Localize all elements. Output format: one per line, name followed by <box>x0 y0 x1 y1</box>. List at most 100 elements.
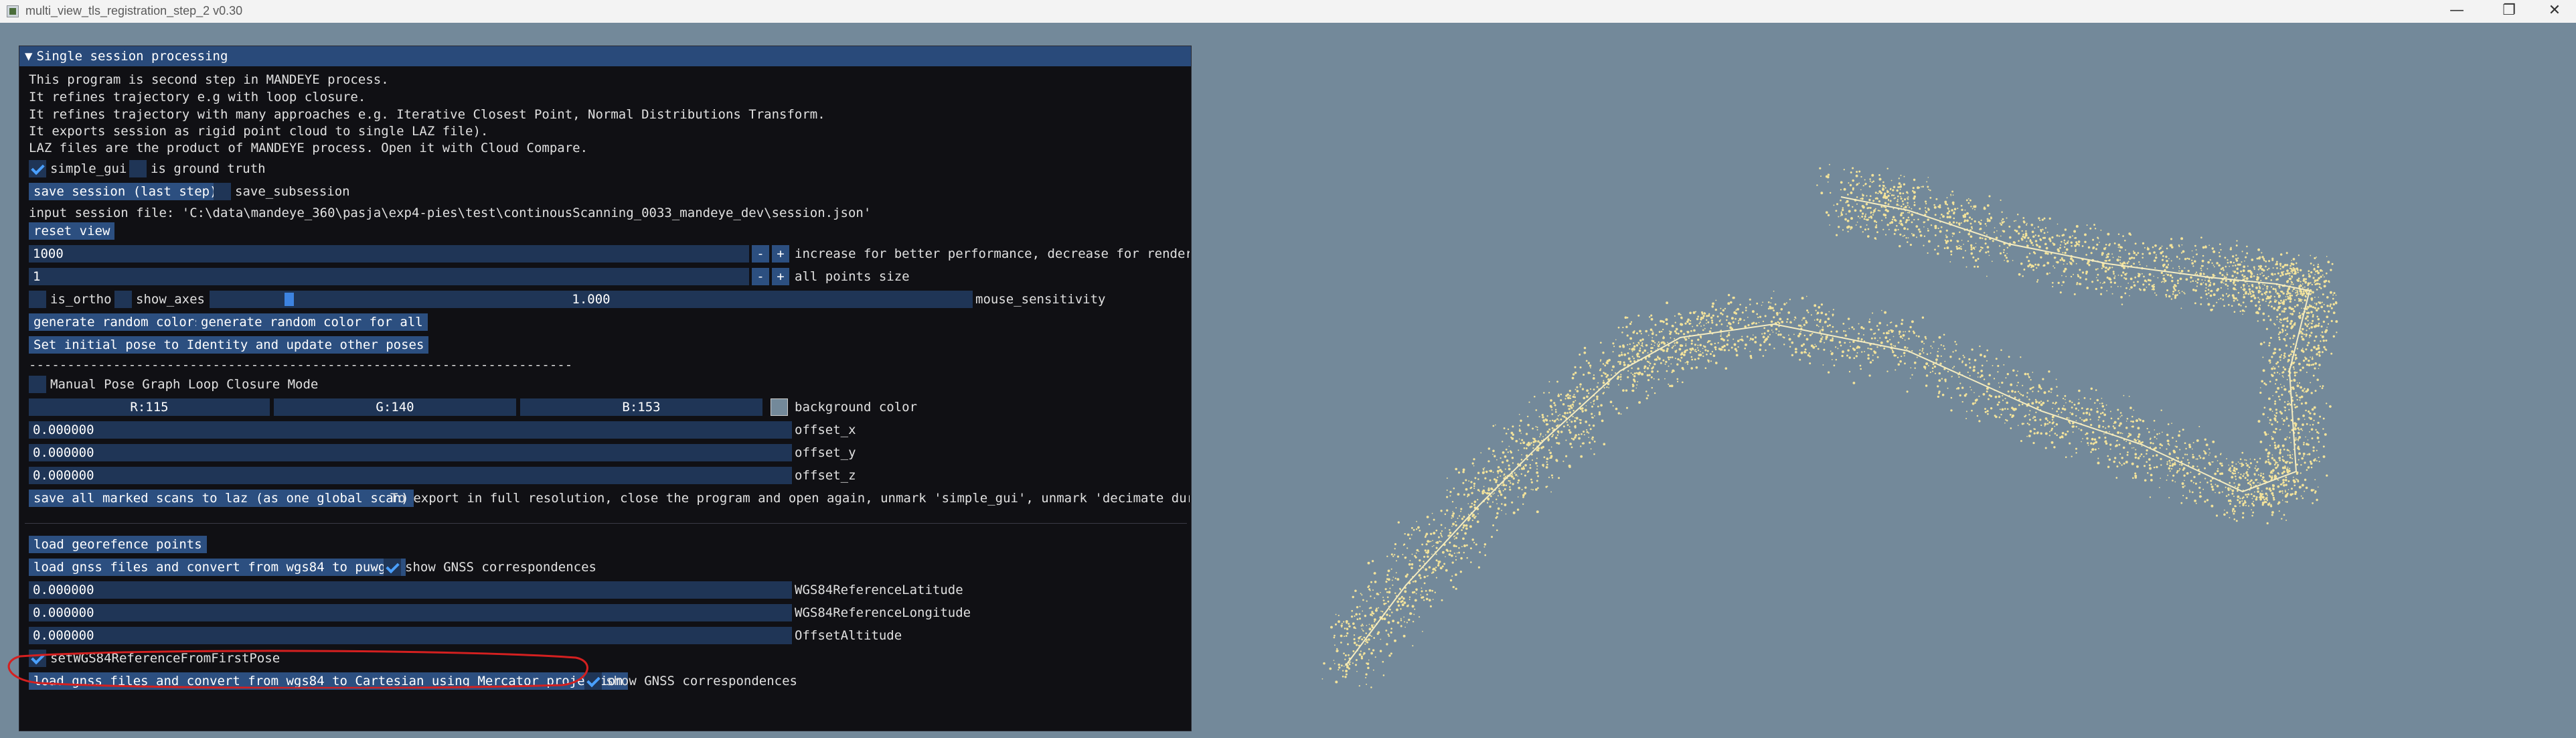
cloud-point <box>2044 425 2046 427</box>
cloud-point <box>1592 424 1595 427</box>
show-axes-checkbox[interactable] <box>114 291 132 308</box>
cloud-point <box>2113 423 2115 425</box>
close-button[interactable]: ✕ <box>2534 0 2575 23</box>
cloud-point <box>2284 461 2287 463</box>
points-size-minus-button[interactable]: - <box>752 268 769 285</box>
cloud-point <box>1842 207 1844 209</box>
color-r-input[interactable]: R:115 <box>29 398 270 416</box>
cloud-point <box>2268 296 2271 299</box>
color-b-input[interactable]: B:153 <box>520 398 762 416</box>
cloud-point <box>1649 365 1650 367</box>
cloud-point <box>1372 589 1374 591</box>
cloud-point <box>2108 259 2111 262</box>
decimation-input[interactable]: 1000 <box>29 245 749 263</box>
cloud-point <box>1627 376 1629 378</box>
cloud-point <box>2253 266 2255 269</box>
manual-pose-graph-checkbox[interactable] <box>29 376 46 393</box>
mouse-sensitivity-slider[interactable]: 1.000 <box>210 291 973 308</box>
cloud-point <box>2289 337 2291 340</box>
cloud-point <box>1406 533 1410 536</box>
cloud-point <box>1697 357 1700 360</box>
cloud-point <box>1590 448 1592 450</box>
cloud-point <box>1836 234 1838 236</box>
cloud-point <box>2037 390 2040 392</box>
cloud-point <box>1516 508 1520 511</box>
cloud-point <box>2302 279 2306 282</box>
cloud-point <box>2210 479 2212 482</box>
collapse-arrow-icon[interactable]: ▼ <box>25 46 32 66</box>
cloud-point <box>1362 630 1364 632</box>
cloud-point <box>1830 350 1832 352</box>
offset-x-input[interactable]: 0.000000 <box>29 421 792 439</box>
cloud-point <box>1548 381 1550 382</box>
is-ground-truth-checkbox[interactable] <box>129 160 147 177</box>
generate-random-colors-button[interactable]: generate random colors <box>29 313 207 331</box>
save-session-button[interactable]: save session (last step) <box>29 183 222 200</box>
simple-gui-checkbox[interactable] <box>29 160 46 177</box>
cloud-point <box>1558 393 1560 395</box>
cloud-point <box>1371 611 1374 613</box>
cloud-point <box>1519 468 1520 470</box>
cloud-point <box>1747 316 1749 318</box>
cloud-point <box>1838 341 1842 344</box>
cloud-point <box>1676 380 1679 382</box>
cloud-point <box>1947 387 1949 389</box>
decimation-plus-button[interactable]: + <box>772 245 789 263</box>
cloud-point <box>2142 283 2145 286</box>
reset-view-button[interactable]: reset view <box>29 222 115 240</box>
cloud-point <box>2328 280 2330 283</box>
cloud-point <box>1599 369 1601 372</box>
cloud-point <box>2286 333 2288 336</box>
cloud-point <box>1650 350 1653 353</box>
cloud-point <box>1350 661 1352 663</box>
cloud-point <box>2039 419 2042 421</box>
cloud-point <box>2118 425 2121 427</box>
decimation-minus-button[interactable]: - <box>752 245 769 263</box>
generate-random-color-all-button[interactable]: generate random color for all <box>196 313 428 331</box>
cloud-point <box>1946 197 1948 199</box>
minimize-button[interactable]: — <box>2437 0 2477 23</box>
cloud-point <box>1419 559 1421 562</box>
cloud-point <box>1568 408 1571 411</box>
cloud-point <box>1371 613 1373 615</box>
cloud-point <box>1557 394 1560 397</box>
cloud-point <box>1884 336 1888 340</box>
points-size-plus-button[interactable]: + <box>772 268 789 285</box>
cloud-point <box>1411 526 1413 529</box>
cloud-point <box>1858 170 1861 173</box>
panel-header[interactable]: ▼ Single session processing <box>19 46 1191 66</box>
set-initial-pose-button[interactable]: Set initial pose to Identity and update … <box>29 336 429 354</box>
cloud-point <box>1913 195 1917 198</box>
cloud-point <box>1449 529 1451 531</box>
cloud-point <box>2276 421 2279 423</box>
cloud-point <box>1754 341 1757 344</box>
cloud-point <box>1568 431 1572 434</box>
cloud-point <box>1869 195 1872 198</box>
cloud-point <box>1374 609 1378 612</box>
cloud-point <box>2319 415 2322 418</box>
color-g-input[interactable]: G:140 <box>274 398 516 416</box>
cloud-point <box>1348 623 1350 625</box>
points-size-input[interactable]: 1 <box>29 268 749 285</box>
cloud-point <box>1700 325 1702 327</box>
offset-y-input[interactable]: 0.000000 <box>29 444 792 461</box>
cloud-point <box>2291 488 2293 490</box>
cloud-point <box>1487 460 1490 463</box>
is-ortho-checkbox[interactable] <box>29 291 46 308</box>
cloud-point <box>1878 210 1880 212</box>
background-color-swatch[interactable] <box>771 398 788 416</box>
slider-grab-handle[interactable] <box>285 293 294 306</box>
cloud-point <box>1945 202 1947 205</box>
cloud-point <box>1611 369 1613 371</box>
cloud-point <box>1425 532 1429 536</box>
cloud-point <box>2285 252 2288 254</box>
cloud-point <box>1970 252 1974 255</box>
cloud-point <box>2095 389 2097 391</box>
cloud-point <box>2308 270 2310 273</box>
cloud-point <box>2246 473 2249 476</box>
cloud-point <box>1710 316 1713 319</box>
save-subsession-checkbox[interactable] <box>214 183 231 200</box>
cloud-point <box>2314 297 2316 298</box>
cloud-point <box>1789 321 1792 323</box>
maximize-button[interactable]: ❐ <box>2489 0 2529 23</box>
